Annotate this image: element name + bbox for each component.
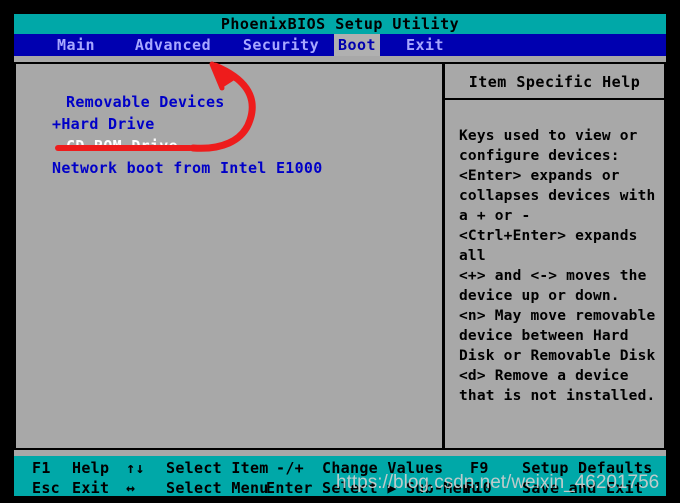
status-key: Enter [266, 479, 313, 497]
help-panel-text: Keys used to view or configure devices: … [459, 128, 656, 404]
item-specific-help-panel: Item Specific Help Keys used to view or … [445, 64, 664, 448]
status-key: F1 [32, 459, 51, 477]
window-title: PhoenixBIOS Setup Utility [14, 14, 666, 34]
menu-tab-boot[interactable]: Boot [334, 34, 380, 56]
menu-tab-main[interactable]: Main [34, 34, 118, 56]
boot-device-item[interactable]: +Hard Drive [52, 114, 155, 134]
content-frame: Removable Devices +Hard Drive CD-ROM Drive… [14, 62, 666, 450]
menu-tab-advanced[interactable]: Advanced [118, 34, 228, 56]
menu-tab-exit[interactable]: Exit [394, 34, 456, 56]
status-key: Esc [32, 479, 60, 497]
status-key: ↑↓ [126, 459, 145, 477]
status-key-description: Help [72, 459, 110, 477]
help-panel-title: Item Specific Help [445, 64, 664, 100]
status-key-description: Exit [72, 479, 110, 497]
status-key-description: Select Item [166, 459, 269, 477]
menu-bar: Main Advanced Security Boot Exit [14, 34, 666, 56]
status-key: -/+ [276, 459, 304, 477]
watermark-text: https://blog.csdn.net/weixin_46201756 [336, 472, 660, 493]
menu-tab-security[interactable]: Security [228, 34, 334, 56]
bios-setup-screen: PhoenixBIOS Setup Utility Main Advanced Se… [0, 0, 680, 503]
status-key-description: Select Menu [166, 479, 269, 497]
status-key: ↔ [126, 479, 136, 497]
boot-device-item[interactable]: Network boot from Intel E1000 [52, 158, 323, 178]
boot-device-item[interactable]: CD-ROM Drive [66, 136, 178, 156]
boot-device-item[interactable]: Removable Devices [66, 92, 225, 112]
boot-order-list[interactable]: Removable Devices +Hard Drive CD-ROM Drive… [16, 64, 442, 448]
